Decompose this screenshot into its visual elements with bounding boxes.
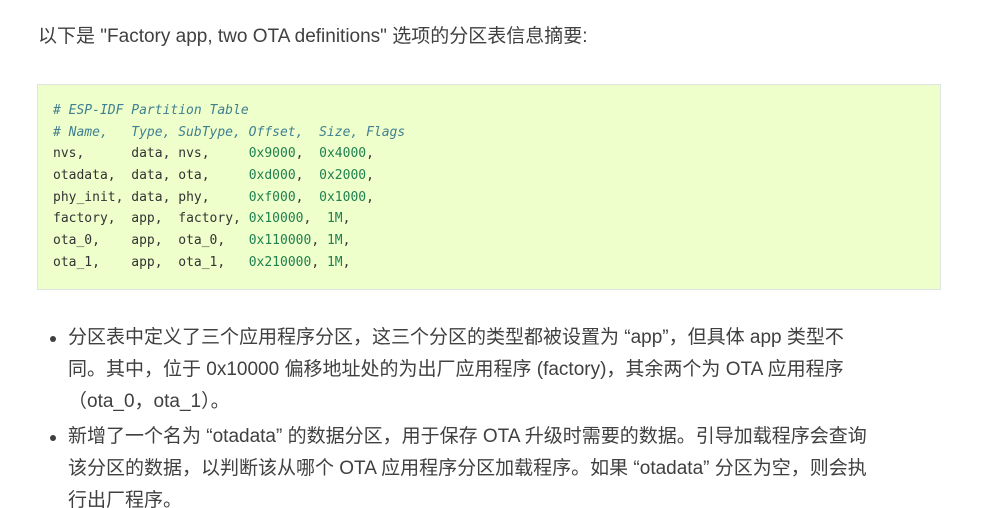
code-comment-title: # ESP-IDF Partition Table [53, 103, 249, 118]
code-row-type: data, [131, 189, 179, 205]
code-row-type: data, [131, 146, 179, 162]
code-row: otadata, data, ota, 0xd000, 0x2000, [53, 168, 374, 184]
code-row-type: data, [131, 168, 179, 184]
code-row-name: nvs, [53, 146, 132, 162]
code-row-size: 1M [326, 254, 343, 270]
code-row: ota_1, app, ota_1, 0x210000, 1M, [53, 254, 351, 270]
bullet-text-line: 该分区的数据，以判断该从哪个 OTA 应用程序分区加载程序。如果 “otadat… [68, 458, 867, 479]
bullet-text-line: 行出厂程序。 [68, 490, 183, 508]
code-row-subtype: factory, [178, 211, 249, 227]
code-row-offset: 0xd000 [248, 168, 296, 184]
code-row-offset: 0x110000 [248, 233, 312, 249]
code-row-type: app, [131, 233, 179, 249]
code-row-size: 0x1000 [319, 189, 367, 205]
code-row-size: 0x4000 [319, 146, 367, 162]
code-row-name: factory, [53, 211, 132, 227]
bullet-item-otadata: 新增了一个名为 “otadata” 的数据分区，用于保存 OTA 升级时需要的数… [48, 421, 948, 508]
bullet-dot-icon [50, 336, 56, 342]
code-row: ota_0, app, ota_0, 0x110000, 1M, [53, 233, 351, 249]
code-content: # ESP-IDF Partition Table # Name, Type, S… [53, 100, 940, 274]
code-row-subtype: ota_0, [178, 233, 249, 249]
code-row: nvs, data, nvs, 0x9000, 0x4000, [53, 146, 374, 162]
bullet-text-line: 同。其中，位于 0x10000 偏移地址处的为出厂应用程序 (factory)，… [68, 359, 844, 380]
code-row-subtype: nvs, [178, 146, 249, 162]
code-row-size: 1M [326, 211, 343, 227]
code-row-size: 1M [326, 233, 343, 249]
code-row-name: ota_1, [53, 254, 132, 270]
summary-bullet-list: 分区表中定义了三个应用程序分区，这三个分区的类型都被设置为 “app”，但具体 … [48, 322, 948, 508]
bullet-text-line: 新增了一个名为 “otadata” 的数据分区，用于保存 OTA 升级时需要的数… [68, 426, 867, 447]
code-row-offset: 0xf000 [248, 189, 296, 205]
code-row-name: phy_init, [53, 189, 132, 205]
bullet-text-line: 分区表中定义了三个应用程序分区，这三个分区的类型都被设置为 “app”，但具体 … [68, 327, 844, 348]
code-row-size: 0x2000 [319, 168, 367, 184]
bullet-text-line: （ota_0，ota_1）。 [68, 391, 230, 412]
intro-paragraph: 以下是 "Factory app, two OTA definitions" 选… [38, 26, 588, 47]
code-row-name: otadata, [53, 168, 132, 184]
code-row: phy_init, data, phy, 0xf000, 0x1000, [53, 189, 374, 205]
bullet-item-app-partitions: 分区表中定义了三个应用程序分区，这三个分区的类型都被设置为 “app”，但具体 … [48, 322, 948, 418]
partition-table-code-block: # ESP-IDF Partition Table # Name, Type, S… [37, 84, 941, 290]
code-row-type: app, [131, 211, 179, 227]
code-row-subtype: ota, [178, 168, 249, 184]
code-row-type: app, [131, 254, 179, 270]
code-row-offset: 0x10000 [248, 211, 304, 227]
code-row-name: ota_0, [53, 233, 132, 249]
code-row-offset: 0x9000 [248, 146, 296, 162]
code-row-offset: 0x210000 [248, 254, 312, 270]
code-row-subtype: phy, [178, 189, 249, 205]
code-comment-header: # Name, Type, SubType, Offset, Size, Fla… [53, 124, 406, 140]
code-row-subtype: ota_1, [178, 254, 249, 270]
bullet-dot-icon [50, 435, 56, 441]
code-row: factory, app, factory, 0x10000, 1M, [53, 211, 351, 227]
